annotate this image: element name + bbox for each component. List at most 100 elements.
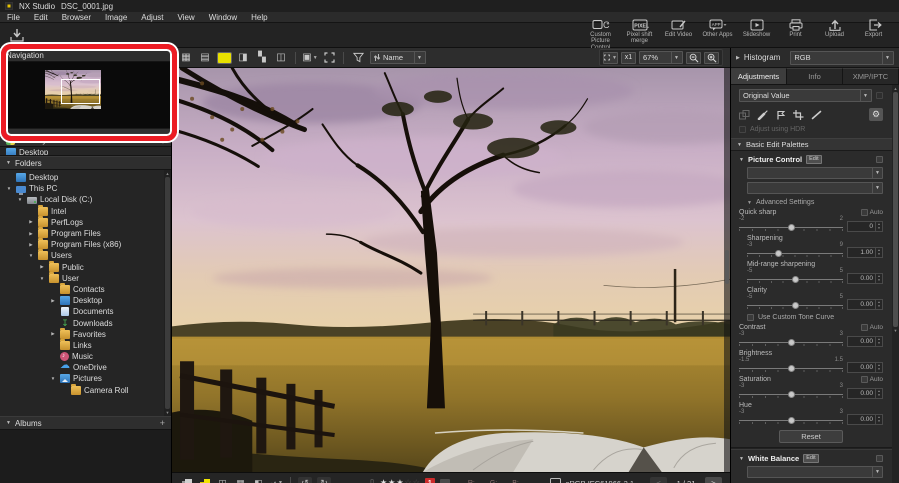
other-apps-button[interactable]: APP Other Apps [698, 19, 737, 39]
spinner[interactable]: ▴▾ [875, 222, 882, 231]
before-after-button[interactable]: ◫ [216, 477, 229, 483]
histogram-overlay-button[interactable]: ▼ [270, 477, 283, 483]
tree-item-pictures[interactable]: ▼Pictures [0, 373, 171, 384]
picture-control-edit-badge[interactable]: Edit [806, 155, 821, 164]
next-image-button[interactable]: > [705, 477, 722, 483]
spinner[interactable]: ▴▾ [875, 300, 882, 309]
albums-header[interactable]: ▼ Albums + [0, 416, 171, 430]
tree-item-music[interactable]: Music [0, 351, 171, 362]
slider-thumb[interactable] [788, 339, 795, 346]
slider-value-box[interactable]: 0.00 ▴▾ [847, 273, 883, 284]
adjust-hdr-checkbox[interactable] [739, 126, 746, 133]
white-balance-edit-badge[interactable]: Edit [803, 454, 818, 463]
slider-value-box[interactable]: 1.00 ▴▾ [847, 247, 883, 258]
filmstrip-toggle-icon[interactable] [198, 477, 211, 483]
tree-item-users[interactable]: ▼Users [0, 250, 171, 261]
menu-help[interactable]: Help [244, 13, 274, 22]
actual-size-button[interactable]: x1 [621, 52, 636, 64]
histogram-header[interactable]: ▶ Histogram RGB ▼ [731, 48, 899, 68]
slider-thumb[interactable] [788, 417, 795, 424]
slider-thumb[interactable] [788, 224, 795, 231]
settings-button[interactable]: ⚙ [869, 108, 883, 121]
tree-item-camera-roll[interactable]: Camera Roll [0, 385, 171, 396]
expander-down-icon[interactable]: ▼ [38, 276, 46, 281]
slideshow-button[interactable]: Slideshow [737, 19, 776, 39]
sort-select[interactable]: Name ▼ [370, 51, 426, 64]
tree-item-program-files-x86[interactable]: ▶Program Files (x86) [0, 239, 171, 250]
auto-checkbox[interactable] [861, 376, 868, 383]
menu-edit[interactable]: Edit [27, 13, 55, 22]
previous-image-button[interactable]: < [650, 477, 667, 483]
color-control-point-icon[interactable] [775, 110, 786, 120]
spinner[interactable]: ▴▾ [875, 248, 882, 257]
export-button[interactable]: Export [854, 19, 893, 39]
expander-right-icon[interactable]: ▶ [27, 242, 35, 248]
tree-item-local-disk-c[interactable]: ▼Local Disk (C:) [0, 194, 171, 205]
expander-down-icon[interactable]: ▼ [27, 253, 35, 258]
expander-down-icon[interactable]: ▼ [5, 186, 13, 191]
expander-right-icon[interactable]: ▶ [27, 219, 35, 225]
scroll-down-icon[interactable]: ▼ [166, 410, 170, 415]
star-rating[interactable]: ★★★☆☆ [380, 479, 420, 483]
pixel-shift-merge-button[interactable]: PIXEL Pixel shift merge [620, 19, 659, 45]
slider-value-box[interactable]: 0.00 ▴▾ [847, 362, 883, 373]
auto-checkbox-row[interactable]: Auto [861, 209, 883, 216]
slider-track[interactable] [739, 338, 843, 347]
expander-right-icon[interactable]: ▶ [38, 264, 46, 270]
expander-down-icon[interactable]: ▼ [16, 197, 24, 202]
zoom-out-button[interactable] [686, 52, 701, 64]
tree-item-intel[interactable]: Intel [0, 206, 171, 217]
slider-track[interactable] [747, 249, 843, 258]
tab-info[interactable]: Info [787, 68, 843, 84]
menu-view[interactable]: View [171, 13, 202, 22]
picture-control-header[interactable]: ▼ Picture Control Edit [739, 155, 883, 164]
navigation-header[interactable]: Navigation [0, 48, 171, 62]
basic-edit-palettes-header[interactable]: ▼ Basic Edit Palettes [731, 138, 899, 151]
print-button[interactable]: Print [776, 19, 815, 39]
zoom-level-select[interactable]: 67% ▼ [639, 51, 683, 64]
primary-destination-header[interactable]: Primary Destination ▲▼ [0, 133, 171, 147]
spinner[interactable]: ▴▾ [875, 337, 882, 346]
picture-control-checkbox[interactable] [876, 156, 883, 163]
star-icon-3[interactable]: ★ [396, 479, 403, 483]
reset-button[interactable]: Reset [779, 430, 843, 443]
tree-item-perflogs[interactable]: ▶PerfLogs [0, 217, 171, 228]
image-viewer[interactable] [172, 68, 730, 472]
straighten-icon[interactable] [811, 110, 822, 120]
tree-item-links[interactable]: Links [0, 340, 171, 351]
expander-right-icon[interactable]: ▶ [49, 331, 57, 337]
scroll-thumb[interactable] [893, 92, 898, 327]
expander-right-icon[interactable]: ▶ [27, 231, 35, 237]
label-badge[interactable]: 1 [425, 478, 435, 483]
viewer-scrollbar[interactable] [724, 68, 730, 472]
custom-picture-control-button[interactable]: C Custom Picture Control [581, 19, 620, 52]
slider-track[interactable] [747, 275, 843, 284]
slider-track[interactable] [747, 301, 843, 310]
white-balance-checkbox[interactable] [876, 455, 883, 462]
auto-checkbox-row[interactable]: Auto [861, 376, 883, 383]
filter-button[interactable] [351, 52, 365, 64]
tree-item-program-files[interactable]: ▶Program Files [0, 228, 171, 239]
menu-window[interactable]: Window [202, 13, 244, 22]
auto-checkbox[interactable] [861, 209, 868, 216]
auto-retouch-icon[interactable] [739, 110, 750, 120]
tone-curve-checkbox[interactable] [747, 314, 754, 321]
zoom-in-button[interactable] [704, 52, 719, 64]
menu-browser[interactable]: Browser [55, 13, 98, 22]
preset-select[interactable]: Original Value ▼ [739, 89, 872, 102]
menu-file[interactable]: File [0, 13, 27, 22]
star-icon-2[interactable]: ★ [388, 479, 395, 483]
add-album-button[interactable]: + [160, 419, 165, 427]
slider-thumb[interactable] [788, 365, 795, 372]
slider-thumb[interactable] [788, 391, 795, 398]
four-up-view-button[interactable]: ▚ [255, 52, 269, 64]
star-icon-1[interactable]: ★ [380, 479, 387, 483]
slider-thumb[interactable] [792, 302, 799, 309]
viewer-scroll-thumb[interactable] [725, 250, 729, 284]
grid-overlay-button[interactable]: ▦ [234, 477, 247, 483]
auto-checkbox-row[interactable]: Auto [861, 324, 883, 331]
primary-destination-scroll[interactable]: ▲▼ [161, 136, 165, 145]
redo-button[interactable]: ↻ [317, 477, 331, 483]
star-icon-5[interactable]: ☆ [413, 479, 420, 483]
tree-item-documents[interactable]: Documents [0, 306, 171, 317]
